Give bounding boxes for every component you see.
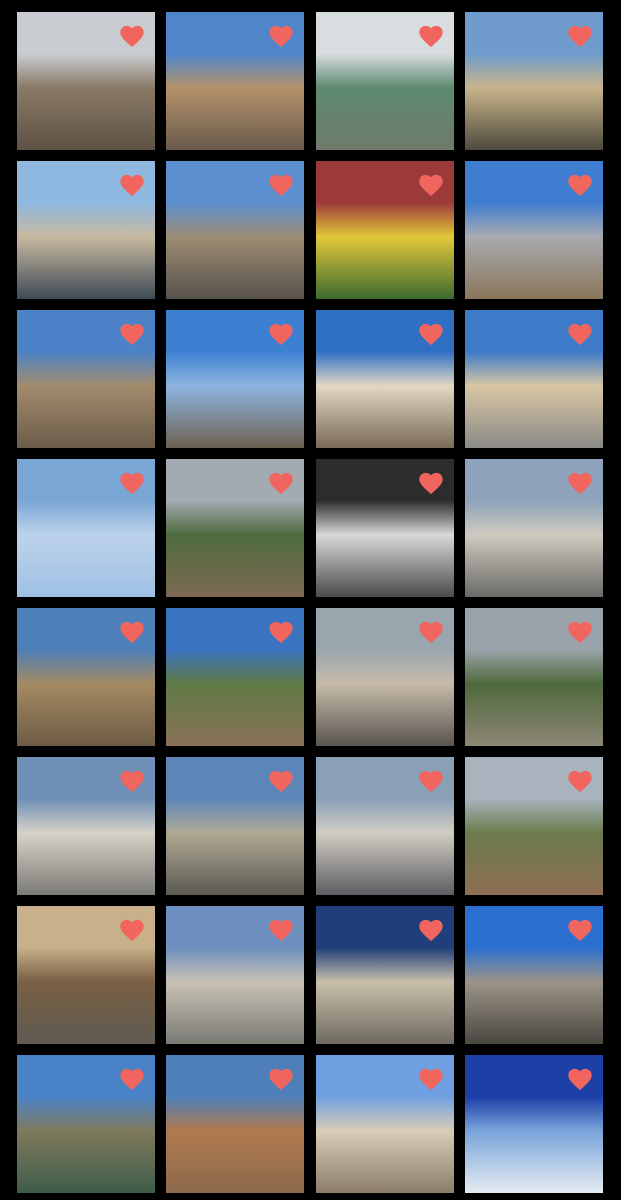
photo-tile-st-peters-basilica[interactable] (316, 310, 454, 448)
heart-icon[interactable] (268, 174, 294, 197)
heart-icon[interactable] (268, 770, 294, 793)
heart-icon[interactable] (567, 472, 593, 495)
photo-tile-colosseum-exterior[interactable] (166, 12, 304, 150)
photo-tile-colosseum-interior[interactable] (17, 12, 155, 150)
heart-icon[interactable] (268, 472, 294, 495)
photo-tile-trevi-fountain-night[interactable] (316, 906, 454, 1044)
photo-tile-skyline-view[interactable] (166, 310, 304, 448)
photo-tile-pantheon-portico[interactable] (465, 906, 603, 1044)
photo-tile-tiber-river-bridge[interactable] (17, 1055, 155, 1193)
heart-icon[interactable] (567, 621, 593, 644)
heart-icon[interactable] (418, 25, 444, 48)
heart-icon[interactable] (567, 919, 593, 942)
photo-tile-angel-statue-sky[interactable] (17, 459, 155, 597)
photo-tile-rooftops-dome[interactable] (17, 310, 155, 448)
heart-icon[interactable] (418, 323, 444, 346)
photo-tile-trevi-fountain-crowd[interactable] (17, 161, 155, 299)
heart-icon[interactable] (119, 25, 145, 48)
heart-icon[interactable] (418, 919, 444, 942)
photo-tile-piazza-venezia[interactable] (166, 757, 304, 895)
heart-icon[interactable] (567, 770, 593, 793)
heart-icon[interactable] (418, 472, 444, 495)
photo-tile-pantheon-facade[interactable] (166, 161, 304, 299)
heart-icon[interactable] (119, 919, 145, 942)
photo-tile-colosseum-arches[interactable] (17, 608, 155, 746)
photo-tile-pantheon-columns[interactable] (316, 1055, 454, 1193)
heart-icon[interactable] (268, 919, 294, 942)
heart-icon[interactable] (119, 621, 145, 644)
photo-tile-campo-market[interactable] (17, 906, 155, 1044)
photo-tile-st-peters-square[interactable] (465, 310, 603, 448)
heart-icon[interactable] (418, 1068, 444, 1091)
heart-icon[interactable] (268, 1068, 294, 1091)
photo-tile-church-facade[interactable] (166, 906, 304, 1044)
photo-tile-pine-trees-park[interactable] (166, 459, 304, 597)
heart-icon[interactable] (567, 1068, 593, 1091)
photo-tile-fashion-exhibit[interactable] (316, 459, 454, 597)
photo-tile-river-canal[interactable] (316, 12, 454, 150)
heart-icon[interactable] (567, 25, 593, 48)
photo-tile-palatine-view[interactable] (465, 608, 603, 746)
photo-tile-ancient-excavation[interactable] (465, 757, 603, 895)
photo-tile-colonnade-square[interactable] (465, 459, 603, 597)
photo-tile-forum-ruins[interactable] (166, 608, 304, 746)
heart-icon[interactable] (119, 1068, 145, 1091)
photo-tile-vittoriano-columns[interactable] (17, 757, 155, 895)
heart-icon[interactable] (268, 621, 294, 644)
heart-icon[interactable] (119, 472, 145, 495)
heart-icon[interactable] (268, 323, 294, 346)
photo-tile-clouds-from-plane[interactable] (465, 1055, 603, 1193)
photo-tile-rome-panorama[interactable] (465, 161, 603, 299)
heart-icon[interactable] (268, 25, 294, 48)
photo-tile-flower-stall[interactable] (316, 161, 454, 299)
heart-icon[interactable] (567, 323, 593, 346)
photo-tile-altar-of-fatherland[interactable] (316, 757, 454, 895)
heart-icon[interactable] (119, 770, 145, 793)
photo-tile-street-buildings[interactable] (166, 1055, 304, 1193)
photo-tile-vatican-courtyard[interactable] (465, 12, 603, 150)
heart-icon[interactable] (418, 770, 444, 793)
heart-icon[interactable] (119, 323, 145, 346)
photo-grid (0, 0, 621, 1200)
heart-icon[interactable] (119, 174, 145, 197)
heart-icon[interactable] (567, 174, 593, 197)
photo-tile-museum-statue-hall[interactable] (316, 608, 454, 746)
heart-icon[interactable] (418, 174, 444, 197)
heart-icon[interactable] (418, 621, 444, 644)
